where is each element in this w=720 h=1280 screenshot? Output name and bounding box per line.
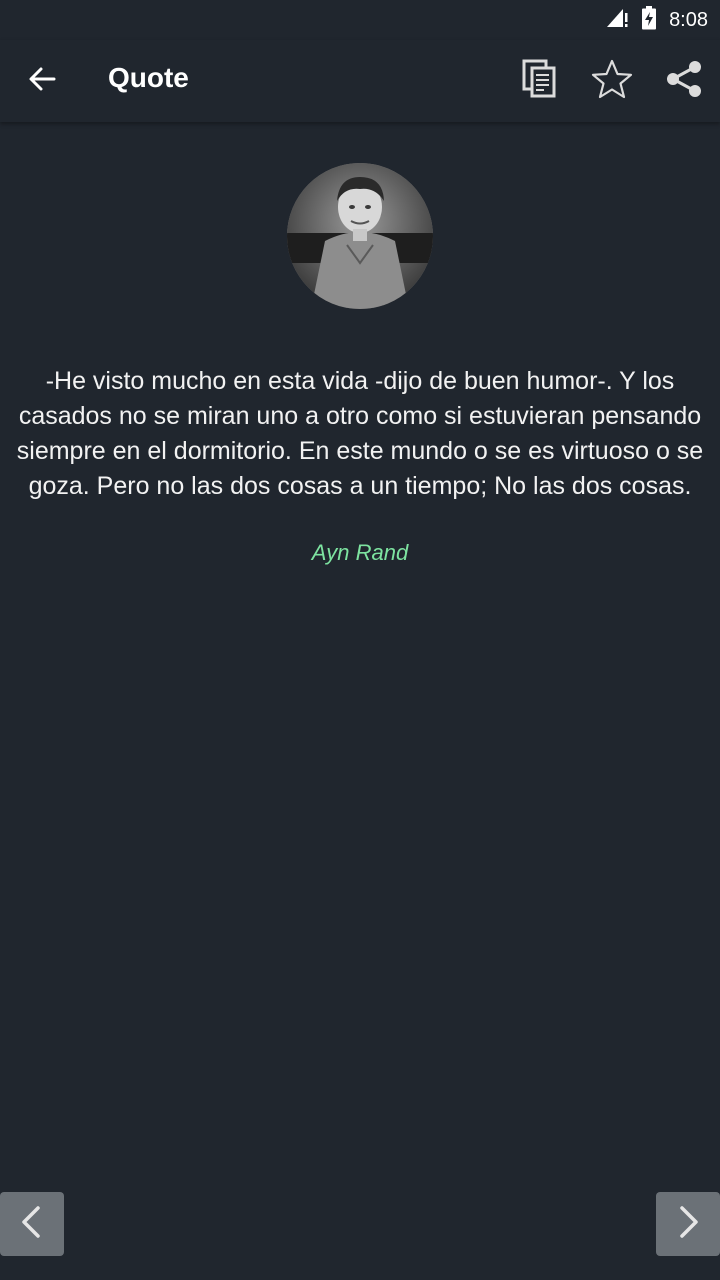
quote-author[interactable]: Ayn Rand — [0, 540, 720, 566]
app-bar: Quote — [0, 40, 720, 122]
next-quote-button[interactable] — [656, 1192, 720, 1256]
copy-button[interactable] — [516, 57, 564, 105]
copy-icon — [522, 59, 558, 104]
battery-charging-icon — [641, 5, 657, 35]
favorite-button[interactable] — [588, 57, 636, 105]
back-button[interactable] — [18, 57, 66, 105]
page-title: Quote — [108, 62, 189, 93]
status-time: 8:08 — [669, 8, 708, 31]
star-icon — [591, 59, 633, 104]
status-icons: 8:08 — [605, 5, 708, 35]
status-bar: 8:08 — [0, 0, 720, 40]
back-arrow-icon — [28, 65, 56, 98]
share-icon — [665, 60, 703, 103]
author-portrait-image — [287, 163, 433, 309]
chevron-left-icon — [18, 1204, 46, 1245]
previous-quote-button[interactable] — [0, 1192, 64, 1256]
signal-icon — [605, 7, 629, 34]
chevron-right-icon — [674, 1204, 702, 1245]
share-button[interactable] — [660, 57, 708, 105]
author-avatar — [287, 163, 433, 309]
quote-text: -He visto mucho en esta vida -dijo de bu… — [16, 367, 704, 500]
